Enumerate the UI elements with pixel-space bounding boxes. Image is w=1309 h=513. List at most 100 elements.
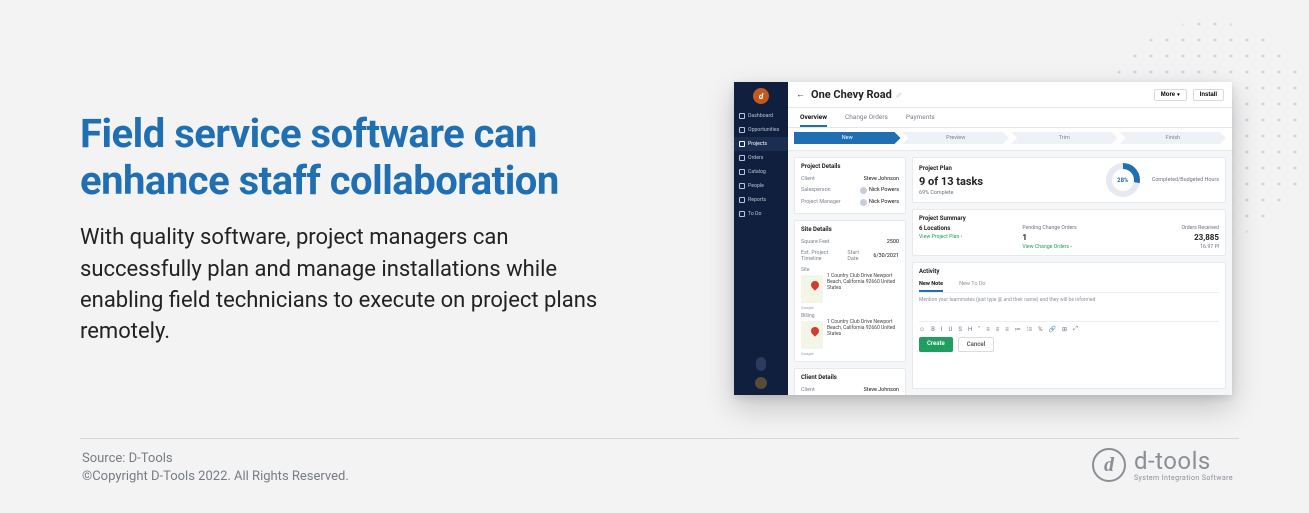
image-icon[interactable]: ⊞ — [1062, 326, 1067, 333]
tab-payments[interactable]: Payments — [906, 108, 935, 127]
user-avatar[interactable] — [755, 377, 767, 389]
view-project-plan-link[interactable]: View Project Plan › — [919, 234, 1012, 240]
avatar-icon — [860, 199, 867, 206]
phase-finish[interactable]: Finish — [1120, 132, 1227, 144]
align-center-icon[interactable]: ≡ — [996, 326, 1000, 333]
kv-row: SalespersonNick Powers — [801, 184, 899, 196]
donut-chart: 28% — [1106, 163, 1140, 197]
cart-icon — [739, 155, 745, 161]
kv-key: Client — [801, 387, 815, 393]
map-pin-icon — [809, 325, 820, 336]
kv-key2: Start Date — [847, 250, 868, 262]
sidebar-item-opportunities[interactable]: Opportunities — [734, 123, 788, 137]
hours-label: Completed/Budgeted Hours — [1152, 177, 1219, 183]
kv-row: ClientSteve Johnson — [801, 384, 899, 395]
kv-value: Steve Johnson — [864, 176, 899, 182]
client-details-card: Client Details ClientSteve Johnson TypeC… — [794, 368, 906, 395]
tab-new-todo[interactable]: New To Do — [959, 278, 986, 292]
strike-icon[interactable]: S — [958, 326, 962, 333]
sub-tabs: Overview Change Orders Payments — [788, 108, 1232, 128]
source-line: Source: D-Tools — [82, 450, 349, 468]
kv-key: Salesperson — [801, 187, 831, 193]
kv-key: Client — [801, 176, 815, 182]
brand-badge[interactable]: d — [753, 88, 769, 104]
sidebar-item-people[interactable]: People — [734, 179, 788, 193]
sidebar-collapse-icon[interactable] — [756, 357, 766, 371]
bullet-list-icon[interactable]: ≔ — [1015, 326, 1021, 333]
kv-key: Project Manager — [801, 199, 841, 205]
phase-new[interactable]: New — [794, 132, 901, 144]
phase-trim[interactable]: Trim — [1011, 132, 1118, 144]
sidebar-item-catalog[interactable]: Catalog — [734, 165, 788, 179]
sidebar-item-label: Reports — [748, 197, 766, 203]
phase-preview[interactable]: Preview — [903, 132, 1010, 144]
italic-icon[interactable]: I — [941, 326, 943, 333]
map-brand: Google — [801, 351, 823, 356]
align-left-icon[interactable]: ≡ — [986, 326, 990, 333]
percent-icon[interactable]: % — [1038, 326, 1042, 333]
project-summary-card: Project Summary 6 Locations View Project… — [912, 209, 1226, 256]
chevron-down-icon — [1177, 92, 1180, 98]
note-input[interactable]: Mention your teammates (just type @ and … — [919, 297, 1219, 303]
chart-icon — [739, 197, 745, 203]
underline-icon[interactable]: U — [949, 326, 953, 333]
footer-divider — [80, 438, 1239, 439]
donut-percent: 28% — [1117, 177, 1128, 184]
page-title: One Chevy Road — [811, 88, 1148, 101]
more-button[interactable]: More — [1154, 89, 1187, 101]
map-thumbnail[interactable] — [801, 275, 823, 303]
kv-row: Project ManagerNick Powers — [801, 196, 899, 208]
subcopy: With quality software, project managers … — [80, 222, 630, 347]
people-icon — [739, 183, 745, 189]
site-details-card: Site Details Square Feet2500 Est. Projec… — [794, 220, 906, 362]
summary-value: 23,885 — [1126, 233, 1219, 242]
sidebar-item-projects[interactable]: Projects — [734, 137, 788, 151]
app-window: d Dashboard Opportunities Projects Order… — [734, 82, 1232, 395]
headline: Field service software can enhance staff… — [80, 110, 630, 204]
kv-value: 6/30/2021 — [873, 253, 899, 259]
task-count: 9 of 13 tasks — [919, 175, 1094, 188]
complete-text: 69% Complete — [919, 190, 1094, 196]
phase-bar: New Preview Trim Finish — [788, 128, 1232, 151]
source-attribution: Source: D-Tools ©Copyright D-Tools 2022.… — [82, 450, 349, 485]
avatar-icon — [860, 187, 867, 194]
align-right-icon[interactable]: ≡ — [1005, 326, 1009, 333]
expand-icon[interactable]: ⤢ — [1073, 325, 1078, 333]
emoji-icon[interactable]: ☺ — [919, 326, 925, 333]
briefcase-icon — [739, 127, 745, 133]
folder-icon — [739, 141, 745, 147]
sidebar-item-label: To Do — [748, 211, 761, 217]
sidebar-item-dashboard[interactable]: Dashboard — [734, 109, 788, 123]
brand-logo: d d-tools System Integration Software — [1092, 448, 1233, 482]
cancel-button[interactable]: Cancel — [958, 337, 994, 352]
copyright-line: ©Copyright D-Tools 2022. All Rights Rese… — [82, 468, 349, 486]
kv-key: Square Feet — [801, 239, 830, 245]
quote-icon[interactable]: " — [978, 326, 980, 333]
sidebar-item-label: Opportunities — [748, 127, 779, 133]
bold-icon[interactable]: B — [931, 326, 935, 333]
more-label: More — [1161, 92, 1175, 98]
site-address: 1 Country Club Drive Newport Beach, Cali… — [827, 273, 899, 291]
project-plan-card: Project Plan 9 of 13 tasks 69% Complete … — [912, 157, 1226, 203]
tab-overview[interactable]: Overview — [800, 108, 827, 127]
edit-icon[interactable] — [896, 91, 903, 98]
create-button[interactable]: Create — [919, 337, 953, 352]
summary-locations: 6 Locations — [919, 225, 1012, 232]
sidebar-item-orders[interactable]: Orders — [734, 151, 788, 165]
ordered-list-icon[interactable]: ⁝≡ — [1027, 326, 1032, 333]
sidebar-item-todo[interactable]: To Do — [734, 207, 788, 221]
link-icon[interactable]: 🔗 — [1049, 326, 1056, 333]
page-title-text: One Chevy Road — [811, 88, 892, 101]
kv-row: Est. Project TimelineStart Date 6/30/2021 — [801, 247, 899, 264]
heading-icon[interactable]: H — [968, 326, 972, 333]
card-title: Client Details — [801, 374, 899, 381]
tab-new-note[interactable]: New Note — [919, 278, 943, 292]
sidebar-item-reports[interactable]: Reports — [734, 193, 788, 207]
install-button[interactable]: Install — [1193, 89, 1224, 101]
back-arrow-icon[interactable]: ← — [796, 89, 805, 100]
kv-key: Est. Project Timeline — [801, 250, 847, 262]
summary-label: Orders Received — [1126, 225, 1219, 231]
map-thumbnail[interactable] — [801, 321, 823, 349]
view-change-orders-link[interactable]: View Change Orders › — [1022, 244, 1115, 250]
tab-change-orders[interactable]: Change Orders — [845, 108, 888, 127]
